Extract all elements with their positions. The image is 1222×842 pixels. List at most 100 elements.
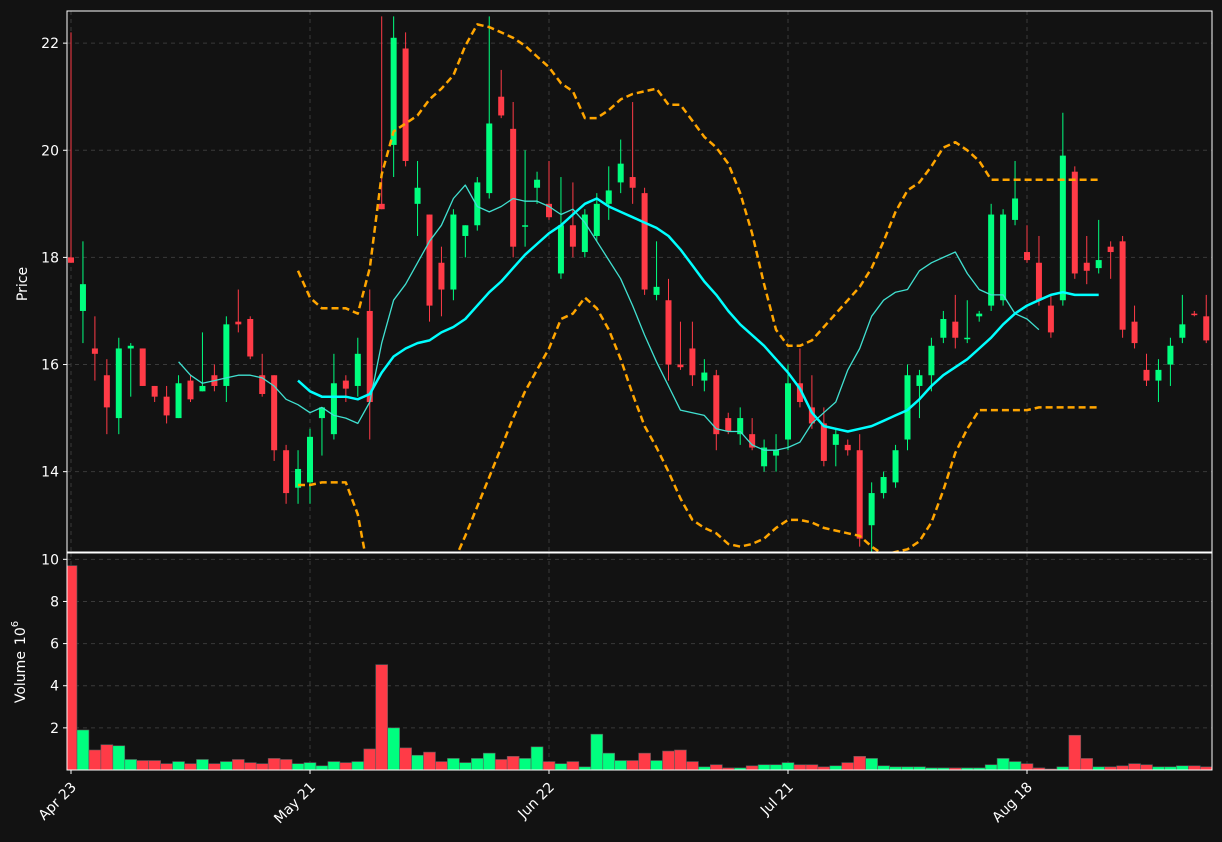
candle-body (641, 193, 648, 290)
volume-tick-label: 6 (50, 637, 59, 653)
volume-bar (996, 758, 1010, 770)
volume-tick-label: 8 (50, 594, 59, 610)
candle-body (916, 375, 923, 386)
volume-bar (674, 749, 687, 770)
candle-body (1191, 313, 1198, 316)
candle-body (988, 214, 995, 306)
volume-bar (363, 748, 377, 770)
volume-bar (841, 762, 855, 770)
volume-bar (662, 750, 675, 770)
candle-body (330, 383, 337, 435)
candle-body (940, 318, 947, 338)
volume-tick-label: 10 (41, 552, 59, 568)
candle-body (689, 348, 696, 376)
volume-bar (757, 764, 771, 770)
candle-body (247, 318, 254, 357)
candle-body (557, 225, 564, 274)
candle-body (1167, 345, 1174, 365)
candle-body (1107, 246, 1114, 253)
candle-body (1047, 305, 1054, 333)
candle-body (569, 225, 576, 247)
volume-bar (459, 762, 472, 770)
candle-body (223, 324, 230, 386)
candle-body (163, 396, 170, 416)
volume-bar (506, 756, 520, 770)
price-tick-label: 20 (41, 143, 59, 159)
volume-bar (399, 747, 412, 770)
price-axis-label: Price (15, 267, 31, 301)
volume-bar (769, 764, 783, 770)
candle-body (1179, 324, 1186, 338)
volume-bar (1008, 761, 1022, 770)
volume-bar (243, 762, 257, 770)
volume-bar (351, 761, 365, 770)
volume-bar (148, 760, 161, 770)
volume-bar (518, 758, 532, 770)
volume-bar (853, 756, 866, 770)
volume-bar (435, 761, 448, 770)
volume-bar (315, 765, 329, 770)
candle-body (1059, 155, 1066, 301)
candle-body (1035, 262, 1042, 301)
price-tick-label: 18 (41, 250, 59, 266)
candle-body (103, 375, 110, 408)
candle-body (522, 225, 529, 227)
volume-bar (112, 745, 126, 770)
volume-bar (1020, 763, 1034, 770)
volume-bar (291, 763, 305, 770)
candle-body (785, 383, 791, 440)
candle-body (617, 163, 624, 183)
volume-bar (829, 765, 843, 770)
volume-bar (220, 761, 233, 770)
candle-body (856, 450, 863, 539)
volume-bar (160, 763, 173, 770)
volume-bar (626, 760, 639, 770)
candle-body (402, 48, 409, 161)
candle-body (235, 321, 242, 325)
volume-bar (411, 754, 424, 770)
candle-body (342, 380, 349, 389)
volume-axis-exponent: 6 (10, 621, 21, 627)
volume-bar (710, 764, 723, 770)
candle-body (820, 423, 827, 461)
volume-bar (530, 746, 544, 770)
volume-bar (686, 761, 699, 770)
volume-bar (482, 752, 496, 770)
volume-bar (172, 761, 185, 770)
candle-body (139, 348, 146, 386)
candle-body (868, 493, 875, 526)
candle-body (952, 321, 959, 338)
volume-bar (877, 765, 890, 770)
candle-body (378, 203, 385, 210)
volume-bar (602, 752, 616, 770)
candle-body (677, 364, 684, 368)
volume-bar (232, 759, 245, 770)
candle-body (880, 477, 887, 494)
candle-body (1131, 321, 1138, 344)
price-tick-label: 22 (41, 36, 59, 52)
candle-body (892, 450, 899, 483)
volume-tick-label: 4 (50, 679, 59, 695)
candle-body (283, 450, 290, 494)
candle-body (1024, 252, 1030, 261)
candle-body (1095, 260, 1102, 269)
candle-body (832, 434, 839, 445)
candle-body (593, 203, 600, 236)
volume-bar (1068, 734, 1082, 770)
volume-bar (1176, 765, 1189, 770)
volume-bar (100, 744, 114, 770)
price-tick-label: 16 (41, 358, 59, 374)
volume-bar (184, 763, 197, 770)
candle-body (1155, 369, 1162, 381)
volume-bar (745, 765, 759, 770)
volume-bar (447, 758, 460, 770)
candle-body (390, 37, 397, 145)
chart-background (0, 0, 1222, 842)
candle-body (199, 385, 206, 392)
candle-body (665, 300, 672, 365)
volume-bar (542, 761, 556, 770)
candle-body (486, 123, 493, 194)
volume-bar (423, 751, 436, 770)
candle-body (629, 177, 636, 188)
candle-body (1083, 262, 1090, 271)
